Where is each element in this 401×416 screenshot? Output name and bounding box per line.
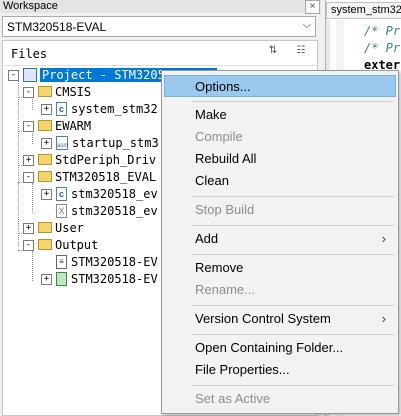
menu-item-label: Set as Active: [195, 391, 271, 406]
menu-item-clean[interactable]: Clean: [164, 170, 396, 192]
menu-item-label: Rebuild All: [195, 151, 257, 166]
file-label: STM320518-EV: [71, 255, 158, 269]
sort-icon[interactable]: ⇅: [265, 45, 281, 61]
folder-icon: [38, 171, 52, 182]
menu-item-label: Compile: [195, 129, 243, 144]
folder-icon: [38, 222, 52, 233]
editor-tab[interactable]: system_stm32: [326, 2, 401, 19]
submenu-arrow-icon: ›: [381, 231, 386, 246]
menu-item-compile[interactable]: Compile: [164, 126, 396, 148]
submenu-arrow-icon: ›: [381, 311, 386, 326]
context-menu: Options... Make Compile Rebuild All Clea…: [161, 70, 399, 414]
menu-item-label: Add: [195, 231, 219, 246]
menu-separator: [192, 305, 394, 306]
close-icon[interactable]: ×: [305, 0, 320, 14]
menu-separator: [192, 101, 394, 102]
file-label: startup_stm3: [72, 136, 159, 150]
menu-item-rename[interactable]: Rename...: [164, 279, 396, 301]
menu-item-label: Remove: [195, 260, 244, 275]
chevron-down-icon[interactable]: ⌵: [303, 19, 311, 32]
menu-item-label: Stop Build: [195, 202, 255, 217]
code-line: /* Pr: [364, 24, 401, 38]
menu-separator: [192, 225, 394, 226]
group-label: STM320518_EVAL: [55, 170, 157, 184]
collapse-icon[interactable]: -: [23, 87, 34, 98]
folder-icon: [38, 86, 52, 97]
c-file-icon: c: [56, 102, 67, 116]
menu-item-label: Rename...: [195, 282, 255, 297]
menu-item-file-properties[interactable]: File Properties...: [164, 359, 396, 381]
configuration-value: STM320518-EVAL: [7, 20, 107, 34]
configuration-select[interactable]: STM320518-EVAL ⌵: [2, 16, 316, 37]
workspace-title: Workspace: [0, 0, 321, 13]
code-line: /* Pr: [364, 41, 401, 55]
group-label: CMSIS: [55, 85, 92, 99]
file-label: system_stm32: [71, 102, 158, 116]
output-file-icon: [56, 272, 67, 286]
menu-item-options[interactable]: Options...: [164, 75, 396, 97]
menu-item-label: Options...: [195, 79, 251, 94]
menu-item-rebuild-all[interactable]: Rebuild All: [164, 148, 396, 170]
menu-item-version-control[interactable]: Version Control System ›: [164, 308, 396, 330]
c-file-icon: c: [56, 187, 67, 201]
workspace-project-icon: [23, 68, 37, 82]
expand-icon[interactable]: +: [23, 223, 34, 234]
menu-separator: [192, 385, 394, 386]
excluded-file-icon: X: [56, 204, 67, 218]
folder-icon: [38, 154, 52, 165]
menu-item-open-folder[interactable]: Open Containing Folder...: [164, 337, 396, 359]
menu-item-remove[interactable]: Remove: [164, 257, 396, 279]
group-label: StdPeriph_Driv: [55, 153, 157, 167]
menu-item-label: Version Control System: [195, 311, 331, 326]
group-label: EWARM: [55, 119, 92, 133]
menu-item-set-active[interactable]: Set as Active: [164, 388, 396, 410]
project-options-icon[interactable]: ☷: [293, 45, 309, 61]
menu-separator: [192, 334, 394, 335]
expand-icon[interactable]: +: [41, 138, 52, 149]
menu-item-label: Open Containing Folder...: [195, 340, 344, 355]
file-label: STM320518-EV: [71, 272, 158, 286]
file-label: stm320518_ev: [71, 204, 158, 218]
group-label: User: [55, 221, 84, 235]
collapse-icon[interactable]: -: [8, 70, 19, 81]
collapse-icon[interactable]: -: [23, 172, 34, 183]
menu-item-label: Make: [195, 107, 227, 122]
menu-item-label: File Properties...: [195, 362, 290, 377]
menu-item-label: Clean: [195, 173, 229, 188]
folder-icon: [38, 239, 52, 250]
document-file-icon: ≡: [56, 255, 67, 269]
group-label: Output: [55, 238, 99, 252]
menu-separator: [192, 196, 394, 197]
menu-item-stop-build[interactable]: Stop Build: [164, 199, 396, 221]
menu-item-add[interactable]: Add ›: [164, 228, 396, 250]
files-label: Files: [11, 47, 48, 61]
expand-icon[interactable]: +: [41, 189, 52, 200]
folder-icon: [38, 120, 52, 131]
expand-icon[interactable]: +: [23, 155, 34, 166]
menu-separator: [192, 254, 394, 255]
files-header: Files ⇅ ☷: [3, 41, 317, 66]
expand-icon[interactable]: +: [41, 274, 52, 285]
asm-file-icon: asm: [56, 136, 68, 150]
expand-icon[interactable]: +: [41, 104, 52, 115]
file-label: stm320518_ev: [71, 187, 158, 201]
collapse-icon[interactable]: -: [23, 121, 34, 132]
menu-item-make[interactable]: Make: [164, 104, 396, 126]
collapse-icon[interactable]: -: [23, 240, 34, 251]
